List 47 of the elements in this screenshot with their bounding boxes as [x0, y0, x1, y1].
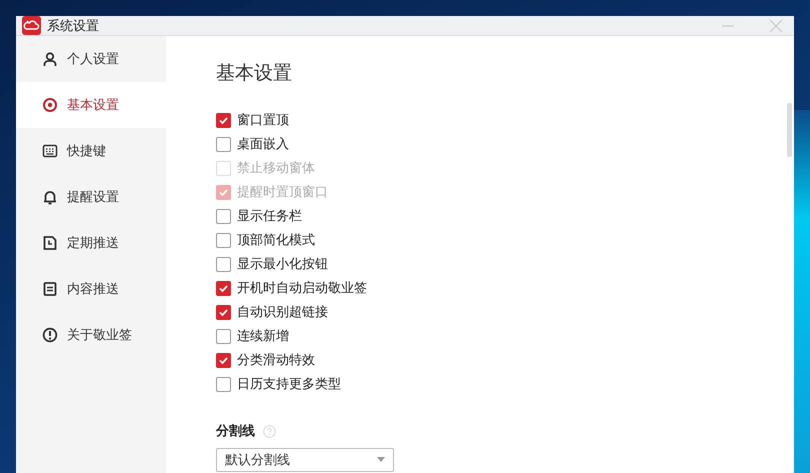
dropdown-arrow-icon: [377, 457, 385, 463]
keyboard-icon: [42, 143, 58, 159]
exclamation-icon: [42, 327, 58, 343]
user-icon: [42, 51, 58, 67]
checkbox-label: 开机时自动启动敬业签: [237, 280, 367, 297]
checkbox-label: 顶部简化模式: [237, 232, 315, 249]
checkbox-label: 窗口置顶: [237, 112, 289, 129]
sidebar-item[interactable]: 定期推送: [16, 220, 166, 266]
checkmark-icon: [218, 306, 229, 318]
checkbox[interactable]: [216, 280, 231, 296]
divider-dropdown[interactable]: 默认分割线: [216, 448, 394, 472]
checkbox[interactable]: [216, 352, 231, 368]
checkbox[interactable]: [216, 136, 231, 152]
checkmark-icon: [218, 114, 229, 126]
clock-document-icon: [42, 235, 58, 251]
checkbox[interactable]: [216, 304, 231, 320]
sidebar-item[interactable]: 提醒设置: [16, 174, 166, 220]
checkbox[interactable]: [216, 208, 231, 224]
checkmark-icon: [218, 186, 229, 198]
window-title: 系统设置: [47, 18, 99, 34]
sidebar-item[interactable]: 关于敬业签: [16, 312, 166, 358]
checkbox-label: 分类滑动特效: [237, 352, 315, 369]
checkbox-label: 显示最小化按钮: [237, 256, 328, 273]
checkbox[interactable]: [216, 232, 231, 248]
checkmark-icon: [218, 354, 229, 366]
document-icon: [42, 281, 58, 297]
target-icon: [42, 97, 58, 113]
checkbox[interactable]: [216, 328, 231, 344]
checkbox[interactable]: [216, 256, 231, 272]
checkbox[interactable]: [216, 112, 231, 128]
sidebar-item[interactable]: 个人设置: [16, 36, 166, 82]
section-heading: 基本设置: [216, 61, 293, 86]
checkbox-label: 日历支持更多类型: [237, 376, 341, 393]
checkbox-label: 显示任务栏: [237, 208, 302, 225]
scrollbar[interactable]: [787, 103, 792, 157]
checkbox[interactable]: [216, 376, 231, 392]
bell-icon: [42, 189, 58, 205]
sidebar-item[interactable]: 基本设置: [16, 82, 166, 128]
checkbox-label: 提醒时置顶窗口: [237, 184, 328, 201]
sidebar-item[interactable]: 快捷键: [16, 128, 166, 174]
checkbox-label: 禁止移动窗体: [237, 160, 315, 177]
checkmark-icon: [218, 282, 229, 294]
section-label: 分割线: [216, 422, 255, 440]
checkbox-label: 桌面嵌入: [237, 136, 289, 153]
checkbox-label: 连续新增: [237, 328, 289, 345]
checkbox-label: 自动识别超链接: [237, 304, 328, 321]
sidebar-item[interactable]: 内容推送: [16, 266, 166, 312]
